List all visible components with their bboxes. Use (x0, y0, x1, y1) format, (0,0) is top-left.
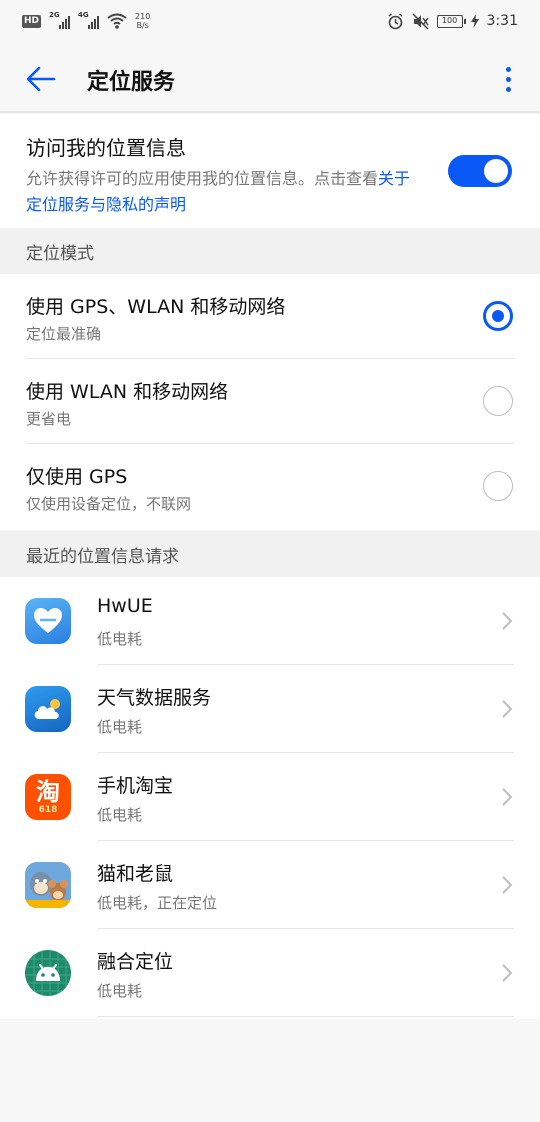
signal-icon: 2G (49, 11, 71, 29)
app-row-hwue[interactable]: HwUE 低电耗 (0, 577, 540, 665)
hwue-icon (25, 598, 71, 644)
status-right: 100 3:31 (387, 12, 518, 30)
access-location-toggle[interactable] (448, 155, 512, 187)
signal-tag: 4G (78, 11, 89, 19)
access-location-description: 允许获得许可的应用使用我的位置信息。点击查看关于定位服务与隐私的声明 (26, 166, 426, 218)
more-dot-icon (505, 66, 511, 72)
access-description-text: 允许获得许可的应用使用我的位置信息。点击查看 (26, 169, 379, 188)
recent-requests-header: 最近的位置信息请求 (0, 531, 540, 577)
radio-unselected-icon[interactable] (483, 386, 513, 416)
row-divider (97, 1016, 514, 1017)
app-bar-divider (0, 111, 540, 113)
chevron-right-icon (502, 876, 513, 894)
taobao-icon: 淘 618 (25, 774, 71, 820)
mode-option-gps-only[interactable]: 仅使用 GPS 仅使用设备定位，不联网 (0, 444, 540, 529)
taobao-icon-badge: 618 (38, 805, 58, 815)
app-name: 手机淘宝 (97, 775, 174, 797)
app-status: 低电耗 (97, 718, 143, 736)
weather-icon (25, 686, 71, 732)
signal-icon: 4G (78, 11, 100, 29)
app-status: 低电耗 (97, 630, 143, 648)
chevron-right-icon (502, 700, 513, 718)
mode-option-title: 使用 GPS、WLAN 和移动网络 (26, 296, 286, 318)
clock: 3:31 (486, 13, 518, 29)
app-row-taobao[interactable]: 淘 618 手机淘宝 低电耗 (0, 753, 540, 841)
app-bar: 定位服务 (0, 42, 540, 112)
tom-jerry-icon (25, 862, 71, 908)
wifi-icon (107, 13, 127, 29)
toggle-knob (484, 159, 508, 183)
chevron-right-icon (502, 612, 513, 630)
app-name: 融合定位 (97, 951, 174, 973)
mute-icon (412, 12, 429, 30)
chevron-right-icon (502, 964, 513, 982)
taobao-icon-glyph: 淘 (36, 778, 60, 806)
alarm-icon (388, 12, 403, 29)
mode-option-subtitle: 更省电 (26, 410, 72, 428)
charging-icon (470, 14, 479, 28)
more-dot-icon (505, 76, 511, 82)
mode-option-subtitle: 定位最准确 (26, 325, 102, 343)
more-dot-icon (505, 86, 511, 92)
battery-icon: 100 (436, 14, 466, 28)
back-button[interactable] (24, 62, 58, 96)
app-name: 天气数据服务 (97, 687, 212, 709)
mode-option-title: 仅使用 GPS (26, 466, 128, 488)
app-status: 低电耗 (97, 806, 143, 824)
app-status: 低电耗，正在定位 (97, 894, 218, 912)
app-row-tom-and-jerry[interactable]: 猫和老鼠 低电耗，正在定位 (0, 841, 540, 929)
status-left: HD 2G 4G 210 B/s (22, 11, 150, 30)
app-row-fused-location[interactable]: 融合定位 低电耗 (0, 929, 540, 1017)
status-bar: HD 2G 4G 210 B/s 100 3:31 (0, 0, 540, 42)
app-row-weather-service[interactable]: 天气数据服务 低电耗 (0, 665, 540, 753)
mode-option-subtitle: 仅使用设备定位，不联网 (26, 495, 192, 513)
net-speed: 210 B/s (135, 12, 150, 30)
app-status: 低电耗 (97, 982, 143, 1000)
app-name: 猫和老鼠 (97, 863, 174, 885)
net-speed-unit: B/s (136, 21, 149, 30)
mode-option-wlan-mobile[interactable]: 使用 WLAN 和移动网络 更省电 (0, 359, 540, 444)
radio-unselected-icon[interactable] (483, 471, 513, 501)
location-mode-list: 使用 GPS、WLAN 和移动网络 定位最准确 使用 WLAN 和移动网络 更省… (0, 274, 540, 530)
hd-badge: HD (22, 14, 42, 28)
page-title: 定位服务 (87, 70, 176, 95)
radio-selected-icon[interactable] (483, 301, 513, 331)
access-location-title: 访问我的位置信息 (26, 136, 186, 160)
location-mode-header: 定位模式 (0, 228, 540, 274)
mode-option-title: 使用 WLAN 和移动网络 (26, 381, 229, 403)
signal-tag: 2G (49, 11, 60, 19)
recent-requests-list: HwUE 低电耗 天气数据服务 低电耗 淘 618 手机淘宝 低电耗 猫和老鼠 … (0, 577, 540, 1019)
net-speed-value: 210 (135, 12, 151, 21)
chevron-right-icon (502, 788, 513, 806)
app-name: HwUE (97, 595, 153, 617)
back-arrow-icon (26, 66, 56, 92)
android-icon (25, 950, 71, 996)
mode-option-gps-wlan-mobile[interactable]: 使用 GPS、WLAN 和移动网络 定位最准确 (0, 274, 540, 359)
more-options-button[interactable] (496, 62, 520, 96)
